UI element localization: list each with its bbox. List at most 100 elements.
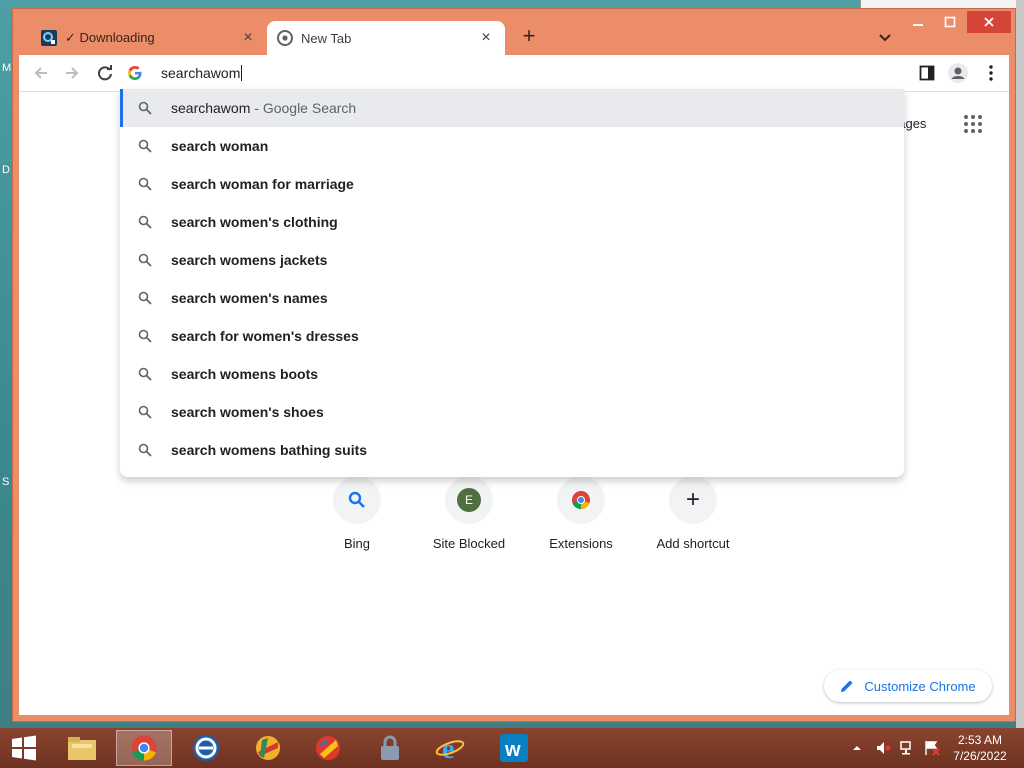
start-button[interactable] <box>0 730 48 766</box>
profile-avatar-icon <box>948 63 968 83</box>
search-icon <box>138 367 152 381</box>
search-icon <box>138 253 152 267</box>
tab-strip: ✓ Downloading × New Tab × + <box>13 9 1015 55</box>
plus-icon: + <box>685 486 700 513</box>
shortcut-label: Extensions <box>549 536 613 551</box>
browser-e-icon <box>193 735 219 761</box>
customize-label: Customize Chrome <box>864 678 976 694</box>
shortcut-label: Site Blocked <box>432 536 506 551</box>
taskbar-app-colorful-2[interactable] <box>300 730 356 766</box>
suggestion-item[interactable]: search womens bathing suits <box>120 431 904 469</box>
search-icon <box>138 215 152 229</box>
network-icon[interactable] <box>900 740 916 756</box>
back-arrow-icon <box>34 67 47 79</box>
suggestion-item[interactable]: search woman <box>120 127 904 165</box>
maximize-button[interactable] <box>933 11 967 33</box>
text-caret <box>241 65 243 81</box>
svg-text:w: w <box>504 739 521 761</box>
suggestion-item[interactable]: search for women's dresses <box>120 317 904 355</box>
suggestion-suffix: Google Search <box>262 100 357 116</box>
suggestion-item[interactable]: search womens boots <box>120 355 904 393</box>
chevron-up-icon[interactable] <box>852 743 862 753</box>
search-icon <box>138 443 152 457</box>
search-icon <box>138 101 152 115</box>
download-app-icon <box>41 30 57 46</box>
action-center-flag-icon[interactable] <box>924 740 940 756</box>
omnibox[interactable]: searchawom <box>127 55 243 91</box>
suggestion-item[interactable]: searchawom - Google Search <box>120 89 904 127</box>
clock-date: 7/26/2022 <box>953 749 1007 763</box>
taskbar-app-lock[interactable] <box>362 730 418 766</box>
apps-grid-icon[interactable] <box>963 114 983 134</box>
tab-title: ✓ Downloading <box>65 30 155 45</box>
toolbar: searchawom <box>19 55 1009 91</box>
search-icon <box>138 329 152 343</box>
chrome-logo-icon <box>131 735 157 761</box>
colorful-app-icon <box>316 736 340 760</box>
minimize-icon <box>913 24 923 26</box>
suggestion-text: search women's names <box>171 290 328 306</box>
tab-new-tab[interactable]: New Tab × <box>267 21 505 55</box>
taskbar-chrome[interactable] <box>116 730 172 766</box>
suggestion-separator: - <box>250 100 263 116</box>
suggestion-item[interactable]: search woman for marriage <box>120 165 904 203</box>
minimize-button[interactable] <box>901 11 935 33</box>
taskbar-file-explorer[interactable] <box>54 730 110 766</box>
shortcut-label: Add shortcut <box>656 536 730 551</box>
back-button[interactable] <box>29 61 53 85</box>
suggestion-text: searchawom <box>171 100 251 116</box>
suggestion-text: search women's shoes <box>171 404 324 420</box>
shortcut-extensions[interactable]: Extensions <box>525 476 637 551</box>
reload-button[interactable] <box>93 61 117 85</box>
chrome-logo-icon <box>572 491 590 509</box>
desktop-label: D <box>2 164 10 176</box>
shortcut-tile: E <box>445 476 493 524</box>
suggestion-item[interactable]: search womens jackets <box>120 241 904 279</box>
pencil-icon <box>841 680 853 692</box>
close-icon <box>984 17 994 27</box>
close-window-button[interactable] <box>967 11 1011 33</box>
tab-downloading[interactable]: ✓ Downloading × <box>31 21 267 55</box>
customize-chrome-button[interactable]: Customize Chrome <box>824 670 992 702</box>
menu-button[interactable] <box>979 61 1003 85</box>
omnibox-text[interactable]: searchawom <box>161 65 240 81</box>
system-tray <box>852 728 940 768</box>
profile-button[interactable] <box>946 61 970 85</box>
speaker-muted-icon[interactable] <box>876 740 892 756</box>
side-panel-icon <box>919 65 935 81</box>
taskbar-app-e[interactable] <box>178 730 234 766</box>
suggestion-item[interactable]: search women's shoes <box>120 393 904 431</box>
tab-search-icon[interactable] <box>875 27 895 47</box>
taskbar-app-colorful-1[interactable] <box>240 730 296 766</box>
background-window-edge <box>1016 0 1024 728</box>
search-icon <box>138 177 152 191</box>
shortcut-bing[interactable]: Bing <box>301 476 413 551</box>
search-icon <box>138 405 152 419</box>
new-tab-button[interactable]: + <box>517 25 541 49</box>
suggestion-item[interactable]: search women's clothing <box>120 203 904 241</box>
taskbar-app-w[interactable]: w <box>486 730 542 766</box>
lock-icon <box>381 735 399 760</box>
taskbar-internet-explorer[interactable]: e <box>422 730 478 766</box>
colorful-app-icon <box>256 736 280 760</box>
suggestion-item[interactable]: search women's names <box>120 279 904 317</box>
tab-close-button[interactable]: × <box>239 29 257 47</box>
desktop-label: S <box>2 476 10 488</box>
forward-button[interactable] <box>60 61 84 85</box>
kebab-menu-icon <box>989 65 993 81</box>
side-panel-button[interactable] <box>915 61 939 85</box>
taskbar-clock[interactable]: 2:53 AM 7/26/2022 <box>950 732 1010 764</box>
reload-icon <box>98 65 112 81</box>
clock-time: 2:53 AM <box>957 733 1003 747</box>
taskbar: e w 2:53 AM 7/26/2022 <box>0 728 1024 768</box>
shortcut-add[interactable]: + Add shortcut <box>637 476 749 551</box>
suggestion-text: search woman <box>171 138 269 154</box>
forward-arrow-icon <box>66 67 79 79</box>
tab-close-button[interactable]: × <box>477 29 495 47</box>
shortcut-site-blocked[interactable]: E Site Blocked <box>413 476 525 551</box>
suggestion-text: search womens jackets <box>171 252 328 268</box>
folder-icon <box>68 737 96 760</box>
shortcut-tile <box>333 476 381 524</box>
suggestion-text: search for women's dresses <box>171 328 359 344</box>
search-icon <box>138 291 152 305</box>
